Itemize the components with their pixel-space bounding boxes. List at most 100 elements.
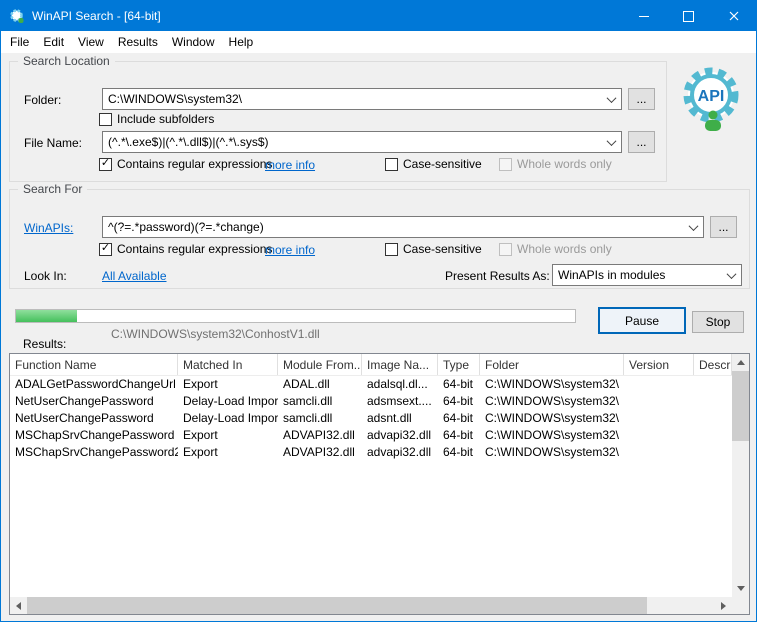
scroll-left-button[interactable] <box>10 597 27 614</box>
scroll-up-button[interactable] <box>732 354 749 371</box>
table-cell: C:\WINDOWS\system32\ <box>485 411 620 425</box>
table-cell: 64-bit <box>443 428 474 442</box>
include-subfolders-checkbox[interactable]: Include subfolders <box>99 112 214 126</box>
more-info-link[interactable]: more info <box>265 243 315 257</box>
case-sensitive-checkbox[interactable]: Case-sensitive <box>385 242 482 256</box>
horizontal-scrollbar[interactable] <box>10 597 732 614</box>
winapis-browse-button[interactable]: ... <box>710 216 737 238</box>
api-logo-text: API <box>698 88 725 105</box>
table-cell <box>624 392 694 409</box>
checkbox-icon <box>99 112 112 126</box>
winapis-combobox[interactable]: ^(?=.*password)(?=.*change) <box>102 216 704 238</box>
present-results-label: Present Results As: <box>445 269 550 283</box>
table-cell: C:\WINDOWS\system32\ <box>485 428 620 442</box>
menu-item-help[interactable]: Help <box>222 32 261 52</box>
scroll-down-button[interactable] <box>732 580 749 597</box>
scrollbar-corner <box>732 597 749 614</box>
table-cell <box>624 375 694 392</box>
maximize-button[interactable] <box>666 1 711 31</box>
folder-combobox[interactable]: C:\WINDOWS\system32\ <box>102 88 622 110</box>
checkbox-icon <box>385 157 398 171</box>
winapis-link[interactable]: WinAPIs: <box>24 221 73 235</box>
table-row[interactable]: ADALGetPasswordChangeUrl Export ADAL.dll ad… <box>10 375 732 392</box>
horizontal-scrollbar-thumb[interactable] <box>27 597 647 614</box>
menu-item-window[interactable]: Window <box>165 32 222 52</box>
table-cell: adsnt.dll <box>367 411 412 425</box>
present-results-dropdown[interactable]: WinAPIs in modules <box>552 264 742 286</box>
titlebar: WinAPI Search - [64-bit] <box>1 1 756 31</box>
chevron-down-icon[interactable] <box>601 132 621 152</box>
table-row[interactable]: NetUserChangePassword Delay-Load Import sa… <box>10 409 732 426</box>
table-cell <box>694 375 732 392</box>
vertical-scrollbar[interactable] <box>732 354 749 597</box>
table-cell: Delay-Load Import <box>183 411 278 425</box>
column-header[interactable]: Descrip... <box>694 354 732 375</box>
file-name-browse-button[interactable]: ... <box>628 131 655 153</box>
table-cell <box>624 426 694 443</box>
column-header[interactable]: Function Name <box>10 354 178 375</box>
present-results-value: WinAPIs in modules <box>558 268 666 282</box>
checkbox-icon <box>499 157 512 171</box>
menu-bar: File Edit View Results Window Help <box>1 31 756 53</box>
column-header[interactable]: Version <box>624 354 694 375</box>
search-progress-bar <box>15 309 576 323</box>
api-logo: API <box>677 63 749 135</box>
triangle-down-icon <box>736 586 745 591</box>
more-info-link[interactable]: more info <box>265 158 315 172</box>
column-header[interactable]: Folder <box>480 354 624 375</box>
chevron-down-icon[interactable] <box>683 217 703 237</box>
table-cell: advapi32.dll <box>367 445 432 459</box>
progress-fill <box>16 310 78 322</box>
check-icon <box>99 242 112 256</box>
column-header[interactable]: Module From... <box>278 354 362 375</box>
column-header[interactable]: Image Na... <box>362 354 438 375</box>
file-name-label: File Name: <box>24 136 83 150</box>
table-cell: MSChapSrvChangePassword <box>15 428 175 442</box>
case-sensitive-checkbox[interactable]: Case-sensitive <box>385 157 482 171</box>
menu-item-file[interactable]: File <box>3 32 36 52</box>
table-cell: C:\WINDOWS\system32\ <box>485 377 620 391</box>
checkbox-icon <box>499 242 512 256</box>
menu-item-view[interactable]: View <box>71 32 111 52</box>
table-cell: ADALGetPasswordChangeUrl <box>15 377 176 391</box>
table-cell: Delay-Load Import <box>183 394 278 408</box>
scroll-right-button[interactable] <box>715 597 732 614</box>
folder-browse-button[interactable]: ... <box>628 88 655 110</box>
table-row[interactable]: MSChapSrvChangePassword Export ADVAPI32.dl… <box>10 426 732 443</box>
table-cell: C:\WINDOWS\system32\ <box>485 445 620 459</box>
table-row[interactable]: MSChapSrvChangePassword2 Export ADVAPI32.d… <box>10 443 732 460</box>
stop-button[interactable]: Stop <box>692 311 744 333</box>
all-available-link[interactable]: All Available <box>102 269 167 283</box>
contains-regex-checkbox[interactable]: Contains regular expressions <box>99 242 272 256</box>
vertical-scrollbar-thumb[interactable] <box>732 371 749 441</box>
table-cell: Export <box>183 445 218 459</box>
triangle-right-icon <box>721 601 726 610</box>
chevron-down-icon[interactable] <box>721 265 741 285</box>
table-body: ADALGetPasswordChangeUrl Export ADAL.dll ad… <box>10 375 732 597</box>
table-cell: NetUserChangePassword <box>15 411 154 425</box>
menu-item-results[interactable]: Results <box>111 32 165 52</box>
table-cell: 64-bit <box>443 377 474 391</box>
table-cell: adalsql.dl... <box>367 377 428 391</box>
table-cell <box>694 392 732 409</box>
contains-regex-checkbox[interactable]: Contains regular expressions <box>99 157 272 171</box>
group-title: Search For <box>18 182 88 196</box>
menu-item-edit[interactable]: Edit <box>36 32 71 52</box>
table-cell: ADVAPI32.dll <box>283 445 355 459</box>
chevron-down-icon[interactable] <box>601 89 621 109</box>
table-cell: 64-bit <box>443 411 474 425</box>
column-header[interactable]: Matched In <box>178 354 278 375</box>
results-table: Function Name Matched In Module From... Ima… <box>9 353 750 615</box>
close-button[interactable] <box>711 1 756 31</box>
table-cell: NetUserChangePassword <box>15 394 154 408</box>
app-window: WinAPI Search - [64-bit] File Edit View Res… <box>0 0 757 622</box>
file-name-combobox[interactable]: (^.*\.exe$)|(^.*\.dll$)|(^.*\.sys$) <box>102 131 622 153</box>
column-header[interactable]: Type <box>438 354 480 375</box>
results-label: Results: <box>23 337 67 351</box>
maximize-icon <box>683 10 694 22</box>
table-row[interactable]: NetUserChangePassword Delay-Load Import sa… <box>10 392 732 409</box>
pause-button[interactable]: Pause <box>598 307 686 334</box>
triangle-up-icon <box>736 360 745 365</box>
table-cell: samcli.dll <box>283 394 333 408</box>
minimize-button[interactable] <box>621 1 666 31</box>
